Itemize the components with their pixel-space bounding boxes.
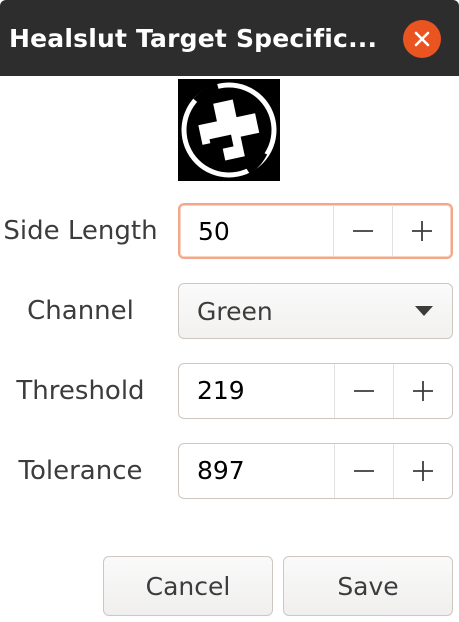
side-length-spinbox[interactable]: 50 xyxy=(178,203,453,259)
minus-icon xyxy=(354,470,374,472)
threshold-label: Threshold xyxy=(16,376,145,406)
side-length-decrement-button[interactable] xyxy=(333,205,392,257)
threshold-decrement-button[interactable] xyxy=(334,364,393,418)
close-button[interactable] xyxy=(403,20,441,58)
close-icon xyxy=(414,31,430,47)
chevron-down-icon xyxy=(415,306,433,316)
tolerance-input[interactable]: 897 xyxy=(179,444,334,498)
tolerance-increment-button[interactable] xyxy=(393,444,452,498)
minus-icon xyxy=(353,230,373,232)
threshold-increment-button[interactable] xyxy=(393,364,452,418)
threshold-input[interactable]: 219 xyxy=(179,364,334,418)
channel-dropdown[interactable]: Green xyxy=(178,283,453,339)
plus-icon xyxy=(413,461,433,481)
channel-label: Channel xyxy=(27,296,134,326)
channel-dropdown-arrow[interactable] xyxy=(396,306,452,316)
minus-icon xyxy=(354,390,374,392)
tolerance-label: Tolerance xyxy=(18,456,143,486)
tolerance-spinbox[interactable]: 897 xyxy=(178,443,453,499)
save-button[interactable]: Save xyxy=(283,556,453,616)
health-cross-icon xyxy=(178,79,280,181)
target-preview-image xyxy=(178,79,280,181)
plus-icon xyxy=(412,221,432,241)
cancel-button[interactable]: Cancel xyxy=(103,556,273,616)
side-length-increment-button[interactable] xyxy=(392,205,451,257)
tolerance-decrement-button[interactable] xyxy=(334,444,393,498)
window-title: Healslut Target Specific... xyxy=(9,24,378,53)
channel-selected-value: Green xyxy=(197,296,273,326)
plus-icon xyxy=(413,381,433,401)
side-length-label: Side Length xyxy=(3,216,158,246)
title-bar[interactable]: Healslut Target Specific... xyxy=(0,0,459,76)
side-length-input[interactable]: 50 xyxy=(180,205,333,257)
threshold-spinbox[interactable]: 219 xyxy=(178,363,453,419)
dialog-window: Healslut Target Specific... Side Length … xyxy=(0,0,459,622)
